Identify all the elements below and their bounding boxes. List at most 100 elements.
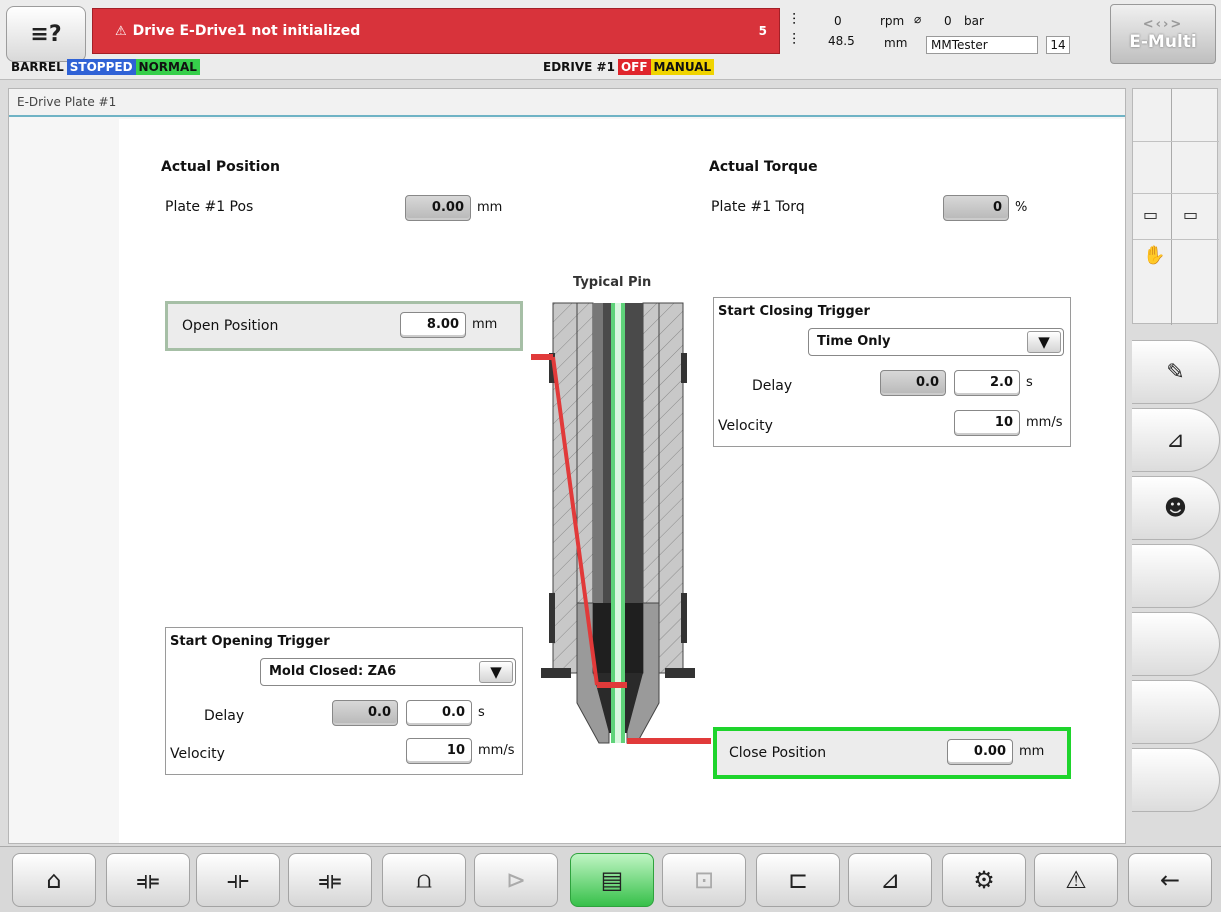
closing-delay-actual: 0.0 bbox=[880, 370, 946, 396]
help-button[interactable]: ≡? bbox=[6, 6, 86, 62]
closing-trigger-select[interactable]: Time Only ▼ bbox=[808, 328, 1064, 356]
closing-trigger-box: Start Closing Trigger Time Only ▼ Delay … bbox=[713, 297, 1071, 447]
opening-trigger-select[interactable]: Mold Closed: ZA6 ▼ bbox=[260, 658, 516, 686]
opening-velocity-label: Velocity bbox=[170, 746, 225, 762]
user-level: 14 bbox=[1046, 36, 1070, 54]
mold-close-icon: ⟚ bbox=[318, 866, 342, 894]
bottom-nav: ⌂ ⟚ ⟛ ⟚ ⩍ ⊳ ▤ ⊡ ⊏ ⊿ ⚙ ⚠ ← bbox=[0, 846, 1221, 912]
closing-trigger-heading: Start Closing Trigger bbox=[718, 304, 870, 319]
settings-button[interactable]: ⚙ bbox=[942, 853, 1026, 907]
top-bar: ≡? ⚠ Drive E-Drive1 not initialized 5 BA… bbox=[0, 0, 1221, 80]
machine-readouts: ⫶ ⫶ 0 rpm ⌀ 0 bar 48.5 mm MMTester 14 bbox=[792, 6, 1108, 62]
brand-name: E-Multi bbox=[1129, 31, 1197, 52]
settings-icon: ⚙ bbox=[973, 866, 995, 894]
pressure-icon: ⌀ bbox=[914, 12, 922, 26]
graph-button[interactable]: ⊿ bbox=[848, 853, 932, 907]
plate-pos-value: 0.00 bbox=[405, 195, 471, 221]
screw-icon: ⫶ bbox=[792, 10, 797, 29]
right-tab-7[interactable] bbox=[1132, 748, 1220, 812]
right-tab-4[interactable] bbox=[1132, 544, 1220, 608]
open-position-input[interactable]: 8.00 bbox=[400, 312, 466, 338]
opening-delay-actual: 0.0 bbox=[332, 700, 398, 726]
bar-unit: bar bbox=[964, 14, 984, 28]
plate-torq-unit: % bbox=[1015, 200, 1028, 215]
opening-trigger-value: Mold Closed: ZA6 bbox=[269, 664, 397, 679]
manual-badge: MANUAL bbox=[650, 59, 715, 75]
rpm-value: 0 bbox=[834, 14, 842, 28]
plate-torq-value: 0 bbox=[943, 195, 1009, 221]
screw-icon: ⫶ bbox=[792, 30, 797, 49]
operator-icon: ☻ bbox=[1164, 495, 1187, 521]
core-button[interactable]: ⊡ bbox=[662, 853, 746, 907]
actual-position-heading: Actual Position bbox=[161, 159, 280, 175]
core-icon: ⊡ bbox=[693, 866, 715, 894]
warning-icon: ⚠ bbox=[115, 23, 127, 39]
opening-velocity-unit: mm/s bbox=[478, 743, 515, 758]
open-position-label: Open Position bbox=[182, 318, 279, 334]
edrive-status: EDRIVE #1 OFF MANUAL bbox=[540, 59, 715, 75]
diagram-title: Typical Pin bbox=[573, 275, 652, 290]
heater-small-icon[interactable]: ▭ bbox=[1143, 205, 1158, 224]
plate-torq-label: Plate #1 Torq bbox=[711, 199, 805, 215]
close-position-label: Close Position bbox=[729, 745, 827, 761]
hmi-screen: ≡? ⚠ Drive E-Drive1 not initialized 5 BA… bbox=[0, 0, 1221, 912]
mm-value: 48.5 bbox=[828, 34, 855, 48]
list-icon: ▤ bbox=[600, 866, 624, 894]
right-tab-5[interactable] bbox=[1132, 612, 1220, 676]
mm-unit: mm bbox=[884, 36, 908, 50]
barrel-label: BARREL bbox=[11, 60, 64, 74]
opening-velocity-input[interactable]: 10 bbox=[406, 738, 472, 764]
off-badge: OFF bbox=[617, 59, 651, 75]
mold-open-icon: ⟛ bbox=[227, 866, 249, 894]
closing-velocity-input[interactable]: 10 bbox=[954, 410, 1020, 436]
alarm-banner[interactable]: ⚠ Drive E-Drive1 not initialized 5 bbox=[92, 8, 780, 54]
mold-close-button[interactable]: ⟚ bbox=[288, 853, 372, 907]
screen-small-icon[interactable]: ▭ bbox=[1183, 205, 1198, 224]
barrel-status: BARREL STOPPED NORMAL bbox=[8, 59, 200, 75]
ejector-button[interactable]: ⊏ bbox=[756, 853, 840, 907]
opening-delay-unit: s bbox=[478, 705, 485, 720]
close-position-input[interactable]: 0.00 bbox=[947, 739, 1013, 765]
right-tab-1[interactable]: ✎ bbox=[1132, 340, 1220, 404]
back-arrow-icon: ← bbox=[1159, 866, 1181, 894]
plate-pos-label: Plate #1 Pos bbox=[165, 199, 254, 215]
close-position-group: Close Position 0.00 mm bbox=[713, 727, 1071, 779]
right-toolbox: ▭ ▭ ✋ bbox=[1132, 88, 1219, 325]
list-button[interactable]: ▤ bbox=[570, 853, 654, 907]
panel-title: E-Drive Plate #1 bbox=[9, 89, 1125, 117]
closing-delay-label: Delay bbox=[752, 378, 793, 394]
user-field[interactable]: MMTester bbox=[926, 36, 1038, 54]
stopped-badge: STOPPED bbox=[66, 59, 136, 75]
opening-trigger-box: Start Opening Trigger Mold Closed: ZA6 ▼… bbox=[165, 627, 523, 775]
close-position-unit: mm bbox=[1019, 744, 1045, 759]
mold-open-button[interactable]: ⟛ bbox=[196, 853, 280, 907]
panel-content: Actual Position Plate #1 Pos 0.00 mm Act… bbox=[119, 119, 1125, 843]
heater-icon: ⩍ bbox=[416, 866, 432, 894]
plate-pos-unit: mm bbox=[477, 200, 503, 215]
warning-button[interactable]: ⚠ bbox=[1034, 853, 1118, 907]
right-tab-2[interactable]: ⊿ bbox=[1132, 408, 1220, 472]
chart-person-icon: ⊿ bbox=[1166, 427, 1185, 453]
right-tab-3[interactable]: ☻ bbox=[1132, 476, 1220, 540]
chevron-down-icon[interactable]: ▼ bbox=[1027, 331, 1061, 353]
opening-trigger-heading: Start Opening Trigger bbox=[170, 634, 330, 649]
bar-value: 0 bbox=[944, 14, 952, 28]
heater-button[interactable]: ⩍ bbox=[382, 853, 466, 907]
normal-badge: NORMAL bbox=[135, 59, 200, 75]
logo-mark: <‹›> bbox=[1142, 16, 1184, 32]
rpm-unit: rpm bbox=[880, 14, 905, 28]
closing-delay-input[interactable]: 2.0 bbox=[954, 370, 1020, 396]
back-button[interactable]: ← bbox=[1128, 853, 1212, 907]
home-icon: ⌂ bbox=[46, 866, 62, 894]
hand-small-icon[interactable]: ✋ bbox=[1143, 245, 1165, 266]
mold-button[interactable]: ⟚ bbox=[106, 853, 190, 907]
mold-icon: ⟚ bbox=[136, 866, 160, 894]
right-tab-6[interactable] bbox=[1132, 680, 1220, 744]
chevron-down-icon[interactable]: ▼ bbox=[479, 661, 513, 683]
help-icon: ≡? bbox=[30, 21, 62, 47]
injection-button[interactable]: ⊳ bbox=[474, 853, 558, 907]
actual-torque-heading: Actual Torque bbox=[709, 159, 818, 175]
home-button[interactable]: ⌂ bbox=[12, 853, 96, 907]
closing-delay-unit: s bbox=[1026, 375, 1033, 390]
opening-delay-input[interactable]: 0.0 bbox=[406, 700, 472, 726]
